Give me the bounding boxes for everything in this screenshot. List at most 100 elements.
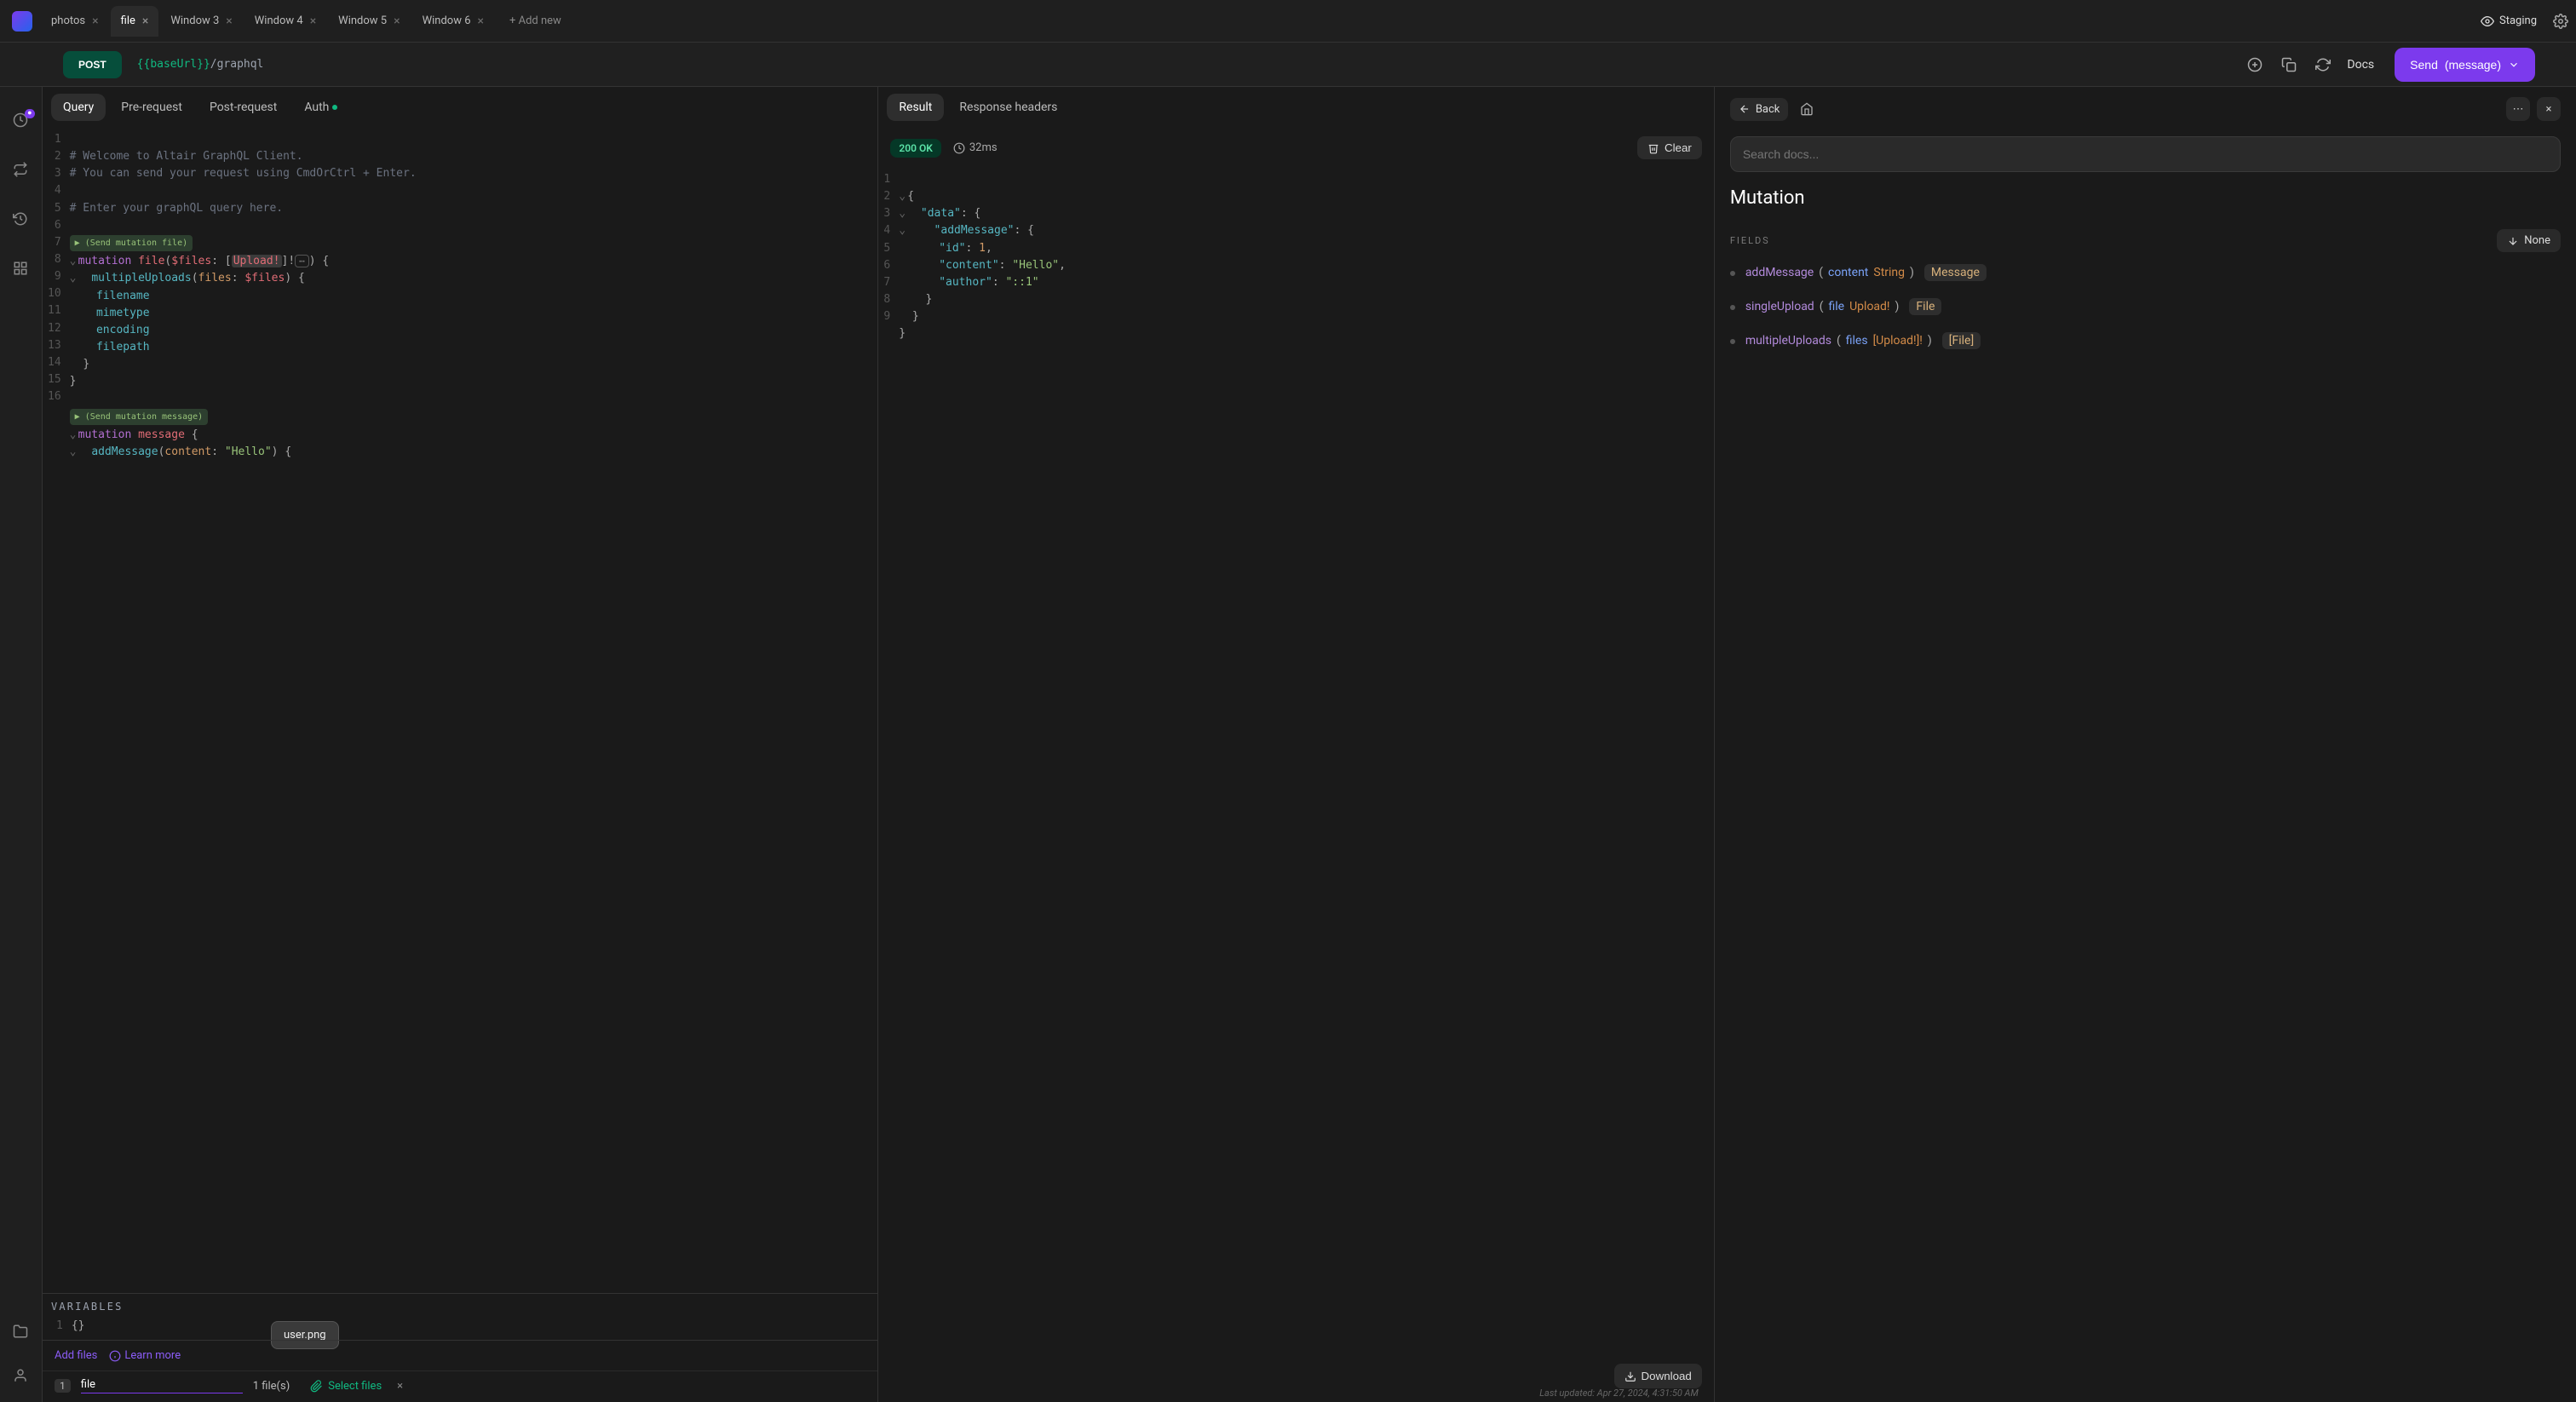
tab-label: Window 6 — [423, 14, 471, 27]
query-sub-tabs: Query Pre-request Post-request Auth — [43, 87, 877, 128]
run-operation-chip[interactable]: ▶ (Send mutation message) — [70, 409, 209, 426]
window-tab[interactable]: Window 3× — [160, 6, 242, 37]
reload-schema-icon[interactable] — [2313, 55, 2333, 75]
bullet-icon — [1730, 339, 1735, 344]
left-rail: ● — [0, 87, 43, 1402]
add-tab-button[interactable]: + Add new — [496, 14, 575, 27]
fields-heading: FIELDS — [1730, 235, 1770, 246]
tab-pre-request[interactable]: Pre-request — [109, 94, 194, 121]
close-icon[interactable]: × — [92, 14, 98, 28]
add-files-button[interactable]: Add files — [55, 1349, 97, 1362]
sort-icon — [2507, 235, 2519, 247]
window-tab[interactable]: file × — [111, 6, 159, 37]
window-tab-bar: photos × file × Window 3× Window 4 × Window… — [0, 0, 2576, 43]
account-icon[interactable] — [13, 1368, 30, 1385]
window-tab[interactable]: photos × — [41, 6, 109, 37]
line-gutter: 12345678910111213141516 — [43, 128, 70, 1293]
close-icon[interactable]: × — [142, 14, 148, 28]
eye-icon — [2481, 14, 2494, 28]
dashboard-icon[interactable]: ● — [13, 112, 30, 129]
http-method-button[interactable]: POST — [63, 51, 122, 78]
file-variable-input[interactable]: file — [81, 1378, 243, 1393]
docs-search-input[interactable] — [1730, 136, 2561, 172]
variables-editor[interactable]: 1 {} — [51, 1316, 869, 1340]
select-files-button[interactable]: Select files — [310, 1380, 382, 1393]
result-meta: 200 OK 32ms Clear — [878, 128, 1713, 168]
docs-menu-icon[interactable]: ⋯ — [2506, 97, 2530, 121]
args-collapsed-icon[interactable]: ⋯ — [295, 255, 309, 267]
fields-filter[interactable]: None — [2497, 229, 2561, 252]
file-count: 1 file(s) — [253, 1380, 290, 1393]
variables-title[interactable]: VARIABLES — [51, 1297, 869, 1316]
settings-icon[interactable] — [2550, 11, 2571, 32]
field-row[interactable]: singleUpload ( file Upload! ) File — [1730, 298, 2561, 315]
clear-result-button[interactable]: Clear — [1637, 136, 1702, 159]
close-docs-icon[interactable]: × — [2537, 97, 2561, 121]
query-editor[interactable]: 12345678910111213141516 # Welcome to Alt… — [43, 128, 877, 1293]
app-logo — [12, 11, 32, 32]
environment-label: Staging — [2499, 14, 2537, 27]
files-bar: Add files Learn more — [43, 1340, 877, 1370]
docs-pane: Back ⋯ × Mutation FIELDS None — [1715, 87, 2576, 1402]
arrow-left-icon — [1739, 103, 1751, 115]
docs-type-title: Mutation — [1730, 187, 2561, 209]
tab-label: file — [121, 14, 135, 27]
tab-query[interactable]: Query — [51, 94, 106, 121]
copy-icon[interactable] — [2279, 55, 2299, 75]
close-icon[interactable]: × — [226, 14, 232, 28]
field-row[interactable]: addMessage ( content String ) Message — [1730, 264, 2561, 281]
sync-icon[interactable] — [13, 162, 30, 179]
status-badge: 200 OK — [890, 139, 940, 158]
paperclip-icon — [310, 1380, 323, 1393]
remove-file-row-icon[interactable]: × — [397, 1380, 403, 1393]
action-bar: POST {{baseUrl}}/graphql Docs Send (mess… — [0, 43, 2576, 87]
close-icon[interactable]: × — [478, 14, 484, 28]
tab-label: photos — [51, 14, 85, 27]
last-updated: Last updated: Apr 27, 2024, 4:31:50 AM — [1539, 1388, 1699, 1399]
tab-post-request[interactable]: Post-request — [198, 94, 289, 121]
docs-back-button[interactable]: Back — [1730, 98, 1789, 121]
close-icon[interactable]: × — [394, 14, 400, 28]
run-operation-chip[interactable]: ▶ (Send mutation file) — [70, 235, 193, 252]
download-result-button[interactable]: Download — [1614, 1364, 1702, 1388]
bullet-icon — [1730, 305, 1735, 310]
tab-auth[interactable]: Auth — [292, 94, 349, 121]
code-body[interactable]: # Welcome to Altair GraphQL Client. # Yo… — [70, 128, 425, 1293]
close-icon[interactable]: × — [310, 14, 316, 28]
docs-home-icon[interactable] — [1797, 99, 1817, 119]
response-time: 32ms — [953, 141, 998, 154]
auth-active-dot — [332, 105, 337, 110]
plugins-icon[interactable] — [13, 261, 30, 278]
window-tab[interactable]: Window 6 × — [412, 6, 494, 37]
fields-list: addMessage ( content String ) Message si… — [1730, 264, 2561, 349]
history-icon[interactable] — [13, 211, 30, 228]
add-icon[interactable] — [2245, 55, 2265, 75]
result-pane: Result Response headers 200 OK 32ms Clea… — [878, 87, 1714, 1402]
query-pane: Query Pre-request Post-request Auth 1234… — [43, 87, 878, 1402]
info-icon — [109, 1350, 121, 1362]
variables-section: VARIABLES 1 {} — [43, 1293, 877, 1340]
collections-icon[interactable] — [13, 1324, 30, 1341]
tab-result[interactable]: Result — [887, 94, 944, 121]
tab-label: Window 5 — [338, 14, 387, 27]
tab-response-headers[interactable]: Response headers — [947, 94, 1069, 121]
trash-icon — [1647, 142, 1659, 154]
docs-search — [1730, 136, 2561, 172]
download-icon — [1624, 1370, 1636, 1382]
chevron-down-icon — [2508, 59, 2520, 71]
file-index: 1 — [55, 1379, 71, 1393]
learn-more-link[interactable]: Learn more — [109, 1349, 181, 1362]
bullet-icon — [1730, 271, 1735, 276]
environment-selector[interactable]: Staging — [2481, 14, 2537, 28]
result-viewer[interactable]: 123456789 ⌄{ ⌄ "data": { ⌄ "addMessage":… — [878, 168, 1713, 1402]
docs-toggle[interactable]: Docs — [2347, 58, 2374, 72]
request-url[interactable]: {{baseUrl}}/graphql — [137, 58, 264, 71]
window-tab[interactable]: Window 4 × — [244, 6, 326, 37]
window-tab[interactable]: Window 5 × — [328, 6, 410, 37]
rail-badge: ● — [25, 109, 34, 118]
file-variable-row: 1 file 1 file(s) Select files × — [43, 1370, 877, 1402]
send-request-button[interactable]: Send (message) — [2395, 48, 2535, 82]
field-row[interactable]: multipleUploads ( files [Upload!]! ) [Fi… — [1730, 332, 2561, 349]
tab-label: Window 4 — [255, 14, 303, 27]
send-op-label: (message) — [2445, 58, 2501, 72]
